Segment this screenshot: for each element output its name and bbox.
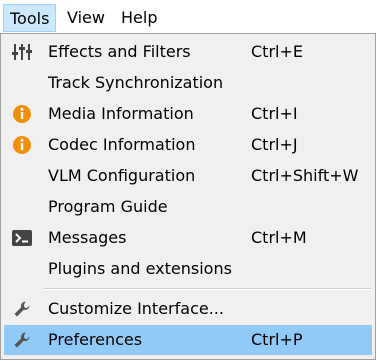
menu-item-label: Customize Interface... (48, 299, 224, 318)
menu-item-label: Plugins and extensions (48, 259, 232, 278)
menu-item-label: VLM Configuration (48, 166, 196, 185)
menu-item-label: Effects and Filters (48, 42, 191, 61)
menu-item-codec-information[interactable]: Codec Information Ctrl+J (4, 130, 372, 160)
menu-item-customize-interface[interactable]: Customize Interface... (4, 294, 372, 324)
menu-item-shortcut: Ctrl+M (251, 228, 307, 247)
info-icon (12, 104, 34, 124)
menu-item-label: Codec Information (48, 135, 196, 154)
menu-item-plugins-and-extensions[interactable]: Plugins and extensions (4, 254, 372, 284)
info-icon (12, 135, 34, 155)
menu-item-media-information[interactable]: Media Information Ctrl+I (4, 99, 372, 129)
terminal-icon (12, 228, 34, 248)
menu-item-shortcut: Ctrl+E (251, 42, 303, 61)
menu-item-preferences[interactable]: Preferences Ctrl+P (4, 325, 372, 355)
tools-dropdown-menu: Effects and Filters Ctrl+E Track Synchro… (0, 33, 376, 360)
menu-item-shortcut: Ctrl+P (251, 330, 303, 349)
menu-item-label: Preferences (48, 330, 143, 349)
menu-item-vlm-configuration[interactable]: VLM Configuration Ctrl+Shift+W (4, 161, 372, 191)
menu-item-shortcut: Ctrl+I (251, 104, 298, 123)
menu-item-effects-and-filters[interactable]: Effects and Filters Ctrl+E (4, 37, 372, 67)
menu-tools[interactable]: Tools (3, 4, 57, 32)
menu-separator (43, 288, 371, 290)
menu-item-shortcut: Ctrl+J (251, 135, 298, 154)
menu-item-shortcut: Ctrl+Shift+W (251, 166, 359, 185)
menu-item-label: Track Synchronization (48, 73, 224, 92)
menu-help[interactable]: Help (115, 4, 163, 32)
menu-item-messages[interactable]: Messages Ctrl+M (4, 223, 372, 253)
equalizer-sliders-icon (12, 42, 34, 62)
menu-item-label: Program Guide (48, 197, 168, 216)
wrench-icon (12, 299, 34, 319)
wrench-icon (12, 330, 34, 350)
menu-item-label: Media Information (48, 104, 194, 123)
menu-item-track-synchronization[interactable]: Track Synchronization (4, 68, 372, 98)
menu-item-label: Messages (48, 228, 127, 247)
menu-bar: Tools View Help (0, 0, 377, 34)
menu-item-program-guide[interactable]: Program Guide (4, 192, 372, 222)
menu-view[interactable]: View (61, 4, 111, 32)
